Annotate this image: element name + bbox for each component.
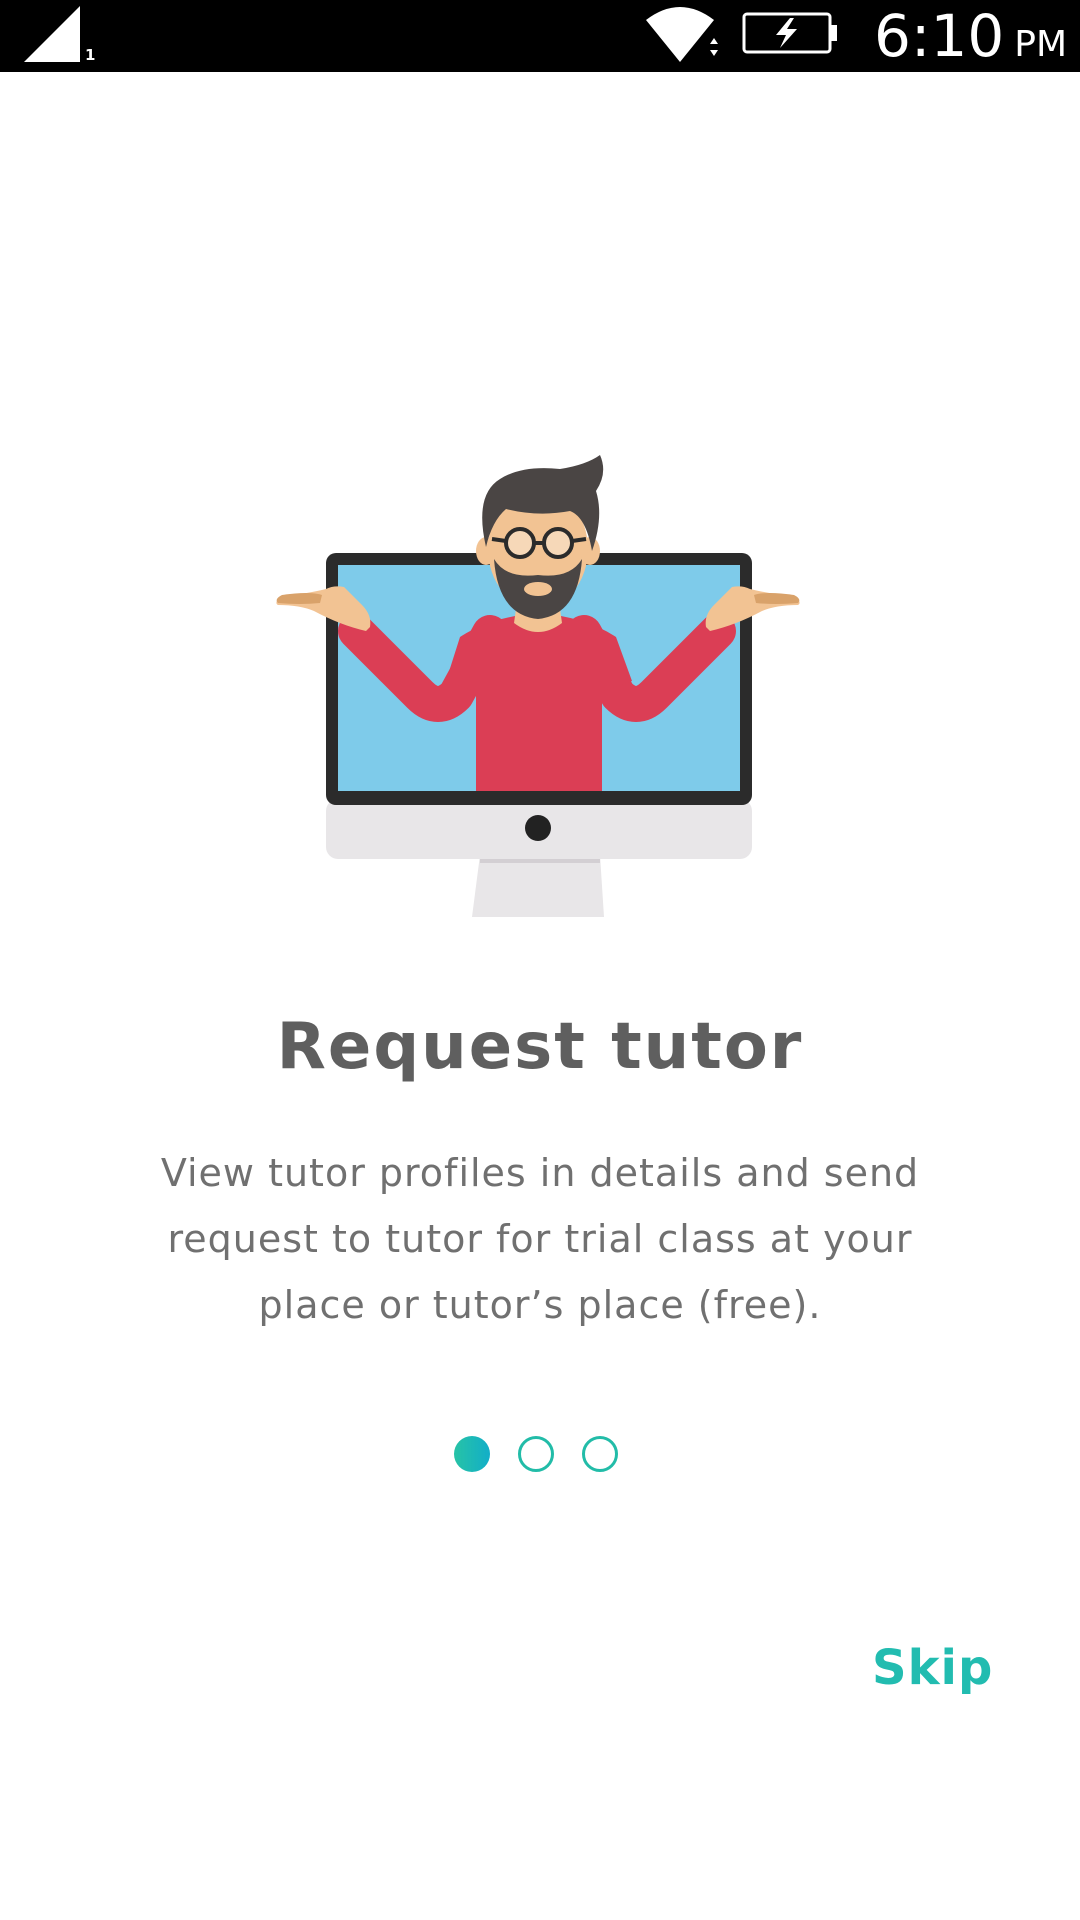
page-indicator-dot[interactable]: [518, 1436, 554, 1472]
clock-ampm: PM: [1014, 24, 1068, 65]
wifi-icon: [646, 7, 718, 62]
page-indicator-dot-active[interactable]: [454, 1436, 490, 1472]
sim-slot-label: 1: [85, 46, 96, 64]
status-bar: 1 6:10 PM: [0, 0, 1080, 72]
battery-charging-icon: [742, 12, 837, 54]
page-indicator-dot[interactable]: [582, 1436, 618, 1472]
skip-button[interactable]: Skip: [872, 1640, 993, 1696]
man-in-monitor-illustration: [276, 455, 800, 917]
page-indicator: [454, 1436, 618, 1476]
status-clock: 6:10 PM: [874, 2, 1068, 70]
onboarding-description: View tutor profiles in details and send …: [160, 1151, 920, 1327]
clock-time: 6:10: [874, 2, 1005, 70]
onboarding-title: Request tutor: [276, 1010, 804, 1084]
